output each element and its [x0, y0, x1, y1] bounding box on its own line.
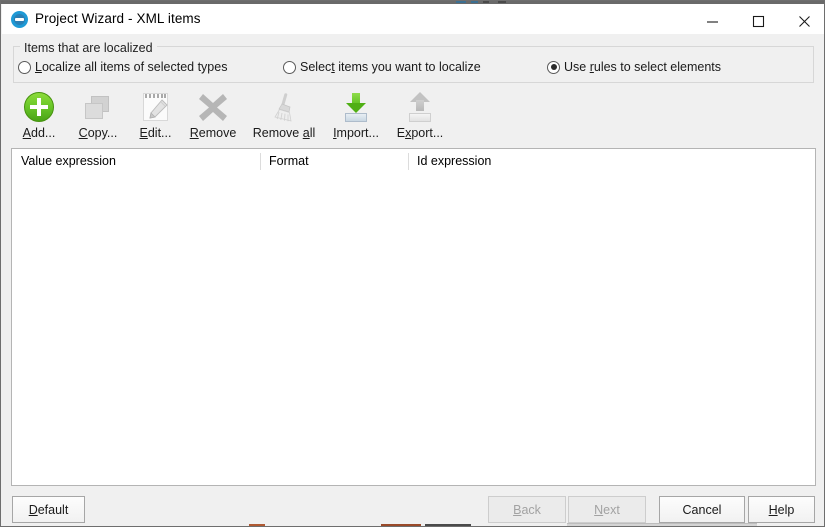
next-button-label: Next [594, 503, 620, 517]
default-button[interactable]: Default [12, 496, 85, 523]
project-wizard-window: Project Wizard - XML items Items that ar… [0, 0, 825, 527]
radio-label: Use rules to select elements [564, 60, 721, 74]
broom-icon [267, 90, 301, 124]
import-button[interactable]: Import... [324, 89, 388, 141]
column-divider[interactable] [260, 153, 261, 170]
radio-select-items[interactable]: Select items you want to localize [283, 60, 481, 74]
export-button[interactable]: Export... [388, 89, 452, 141]
radio-localize-all-items[interactable]: Localize all items of selected types [18, 60, 227, 74]
default-button-label: Default [29, 503, 69, 517]
remove-icon [196, 90, 230, 124]
remove-button[interactable]: Remove [182, 89, 244, 141]
edit-icon [139, 90, 173, 124]
items-toolbar: Add... Copy... Edit... [11, 89, 816, 145]
copy-button-label: Copy... [79, 126, 118, 140]
export-button-label: Export... [397, 126, 444, 140]
back-button[interactable]: Back [488, 496, 566, 523]
background-bottom-strip [1, 523, 825, 526]
list-body[interactable] [12, 174, 815, 485]
maximize-icon[interactable] [735, 7, 781, 36]
column-header-id-expression[interactable]: Id expression [417, 154, 491, 168]
title-bar[interactable]: Project Wizard - XML items [2, 4, 825, 34]
edit-button-label: Edit... [140, 126, 172, 140]
remove-all-button-label: Remove all [253, 126, 316, 140]
back-button-label: Back [513, 503, 541, 517]
cancel-button[interactable]: Cancel [659, 496, 745, 523]
radio-indicator [547, 61, 560, 74]
list-header: Value expression Format Id expression [12, 149, 815, 174]
radio-indicator [283, 61, 296, 74]
column-header-format[interactable]: Format [269, 154, 309, 168]
column-header-value-expression[interactable]: Value expression [21, 154, 116, 168]
column-divider[interactable] [408, 153, 409, 170]
radio-label: Select items you want to localize [300, 60, 481, 74]
next-button[interactable]: Next [568, 496, 646, 523]
app-circle-icon [11, 11, 28, 28]
radio-label: Localize all items of selected types [35, 60, 227, 74]
copy-icon [81, 90, 115, 124]
items-list[interactable]: Value expression Format Id expression [11, 148, 816, 486]
radio-indicator [18, 61, 31, 74]
radio-use-rules[interactable]: Use rules to select elements [547, 60, 721, 74]
import-button-label: Import... [333, 126, 379, 140]
minimize-icon[interactable] [689, 7, 735, 36]
export-arrow-up-icon [403, 90, 437, 124]
window-title: Project Wizard - XML items [35, 11, 201, 26]
add-button-label: Add... [23, 126, 56, 140]
groupbox-legend: Items that are localized [20, 41, 157, 55]
add-icon [22, 90, 56, 124]
close-icon[interactable] [781, 7, 825, 36]
cancel-button-label: Cancel [683, 503, 722, 517]
remove-all-button[interactable]: Remove all [244, 89, 324, 141]
help-button-label: Help [769, 503, 795, 517]
edit-button[interactable]: Edit... [129, 89, 182, 141]
copy-button[interactable]: Copy... [67, 89, 129, 141]
remove-button-label: Remove [190, 126, 237, 140]
add-button[interactable]: Add... [11, 89, 67, 141]
import-arrow-down-icon [339, 90, 373, 124]
help-button[interactable]: Help [748, 496, 815, 523]
